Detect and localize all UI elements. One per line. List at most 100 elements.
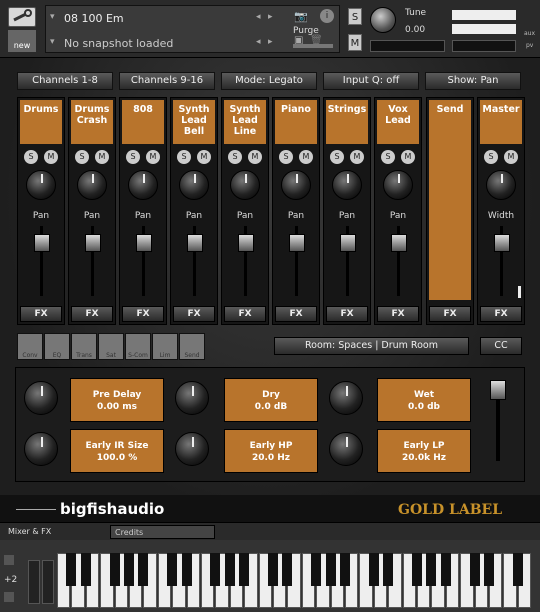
- wrench-icon[interactable]: [8, 7, 36, 27]
- channel-name[interactable]: Synth Lead Bell: [173, 100, 215, 144]
- black-key[interactable]: [239, 553, 250, 586]
- pan-knob[interactable]: [179, 170, 209, 200]
- fx-slot[interactable]: Conv: [17, 333, 43, 360]
- black-key[interactable]: [311, 553, 322, 586]
- black-key[interactable]: [267, 553, 279, 586]
- channel-fx-button[interactable]: FX: [173, 306, 215, 322]
- channel-fx-button[interactable]: FX: [71, 306, 113, 322]
- channel-mute-button[interactable]: M: [146, 150, 160, 164]
- channel-fader[interactable]: [185, 226, 205, 298]
- channel-fx-button[interactable]: FX: [122, 306, 164, 322]
- channel-mute-button[interactable]: M: [95, 150, 109, 164]
- fx-slot[interactable]: Trans: [71, 333, 97, 360]
- next-instrument-icon[interactable]: ▸: [268, 12, 273, 22]
- black-key[interactable]: [66, 553, 77, 586]
- snapshot-name[interactable]: No snapshot loaded: [64, 37, 173, 50]
- channel-fader[interactable]: [32, 226, 52, 298]
- black-key[interactable]: [224, 553, 235, 586]
- prev-instrument-icon[interactable]: ◂: [256, 12, 261, 22]
- pan-knob[interactable]: [128, 170, 158, 200]
- pan-knob[interactable]: [383, 170, 413, 200]
- channel-solo-button[interactable]: S: [177, 150, 191, 164]
- channel-name[interactable]: Piano: [275, 100, 317, 144]
- early-hp-knob[interactable]: [175, 432, 209, 466]
- black-key[interactable]: [411, 553, 423, 586]
- channel-solo-button[interactable]: S: [24, 150, 38, 164]
- black-key[interactable]: [167, 553, 178, 586]
- fx-slot[interactable]: EQ: [44, 333, 70, 360]
- early-ir-size-knob[interactable]: [24, 432, 58, 466]
- channel-solo-button[interactable]: S: [381, 150, 395, 164]
- black-key[interactable]: [80, 553, 91, 586]
- black-key[interactable]: [123, 553, 135, 586]
- black-key[interactable]: [210, 553, 221, 586]
- black-key[interactable]: [426, 553, 437, 586]
- tune-value[interactable]: 0.00: [405, 25, 425, 35]
- purge-button[interactable]: Purge: [293, 26, 319, 36]
- black-key[interactable]: [368, 553, 379, 586]
- channel-mute-button[interactable]: M: [44, 150, 58, 164]
- early-lp-param[interactable]: Early LP 20.0k Hz: [377, 429, 471, 473]
- prev-snapshot-icon[interactable]: ◂: [256, 37, 261, 47]
- channel-mute-button[interactable]: M: [248, 150, 262, 164]
- channel-mute-button[interactable]: M: [299, 150, 313, 164]
- mute-button[interactable]: M: [348, 34, 362, 51]
- pre-delay-knob[interactable]: [24, 381, 58, 415]
- channel-name[interactable]: Drums Crash: [71, 100, 113, 144]
- channel-fx-button[interactable]: FX: [224, 306, 266, 322]
- channel-fx-button[interactable]: FX: [20, 306, 62, 322]
- solo-button[interactable]: S: [348, 8, 362, 25]
- tab-channels-1-8[interactable]: Channels 1-8: [17, 72, 113, 90]
- width-knob[interactable]: [486, 170, 516, 200]
- mode-dropdown[interactable]: Mode: Legato: [221, 72, 317, 90]
- channel-fader[interactable]: [338, 226, 358, 298]
- channel-fader[interactable]: [287, 226, 307, 298]
- channel-fx-button[interactable]: FX: [275, 306, 317, 322]
- channel-fader[interactable]: [134, 226, 154, 298]
- fx-slot[interactable]: Sat: [98, 333, 124, 360]
- black-key[interactable]: [383, 553, 394, 586]
- send-fx-button[interactable]: FX: [429, 306, 471, 322]
- channel-name[interactable]: 808: [122, 100, 164, 144]
- black-key[interactable]: [325, 553, 336, 586]
- black-key[interactable]: [440, 553, 451, 586]
- black-key[interactable]: [512, 553, 523, 586]
- tune-knob[interactable]: [370, 7, 396, 33]
- pan-knob[interactable]: [281, 170, 311, 200]
- pan-knob[interactable]: [332, 170, 362, 200]
- channel-fader[interactable]: [389, 226, 409, 298]
- channel-solo-button[interactable]: S: [75, 150, 89, 164]
- fx-slot[interactable]: Lim: [152, 333, 178, 360]
- info-icon[interactable]: i: [320, 9, 334, 23]
- pan-knob[interactable]: [230, 170, 260, 200]
- channel-mute-button[interactable]: M: [401, 150, 415, 164]
- octave-down-icon[interactable]: [4, 592, 14, 602]
- channel-name[interactable]: Vox Lead: [377, 100, 419, 144]
- black-key[interactable]: [469, 553, 480, 586]
- tab-channels-9-16[interactable]: Channels 9-16: [119, 72, 215, 90]
- master-fx-button[interactable]: FX: [480, 306, 522, 322]
- black-key[interactable]: [483, 553, 495, 586]
- inputq-dropdown[interactable]: Input Q: off: [323, 72, 419, 90]
- dry-knob[interactable]: [175, 381, 209, 415]
- black-key[interactable]: [339, 553, 351, 586]
- channel-name[interactable]: Drums: [20, 100, 62, 144]
- instrument-name[interactable]: 08 100 Em: [64, 12, 124, 25]
- channel-solo-button[interactable]: S: [330, 150, 344, 164]
- channel-fader[interactable]: [83, 226, 103, 298]
- black-key[interactable]: [282, 553, 293, 586]
- tab-mixer-fx[interactable]: Mixer & FX: [4, 525, 104, 539]
- channel-solo-button[interactable]: S: [279, 150, 293, 164]
- volume-slider[interactable]: [452, 40, 516, 52]
- pan-knob[interactable]: [26, 170, 56, 200]
- channel-mute-button[interactable]: M: [197, 150, 211, 164]
- channel-fader[interactable]: [236, 226, 256, 298]
- room-dropdown[interactable]: Room: Spaces | Drum Room: [274, 337, 469, 355]
- mod-wheel[interactable]: [42, 560, 54, 604]
- pre-delay-param[interactable]: Pre Delay 0.00 ms: [70, 378, 164, 422]
- reverb-fader[interactable]: [490, 380, 506, 400]
- channel-fx-button[interactable]: FX: [326, 306, 368, 322]
- cc-button[interactable]: CC: [480, 337, 522, 355]
- send-block[interactable]: [429, 100, 471, 300]
- channel-solo-button[interactable]: S: [228, 150, 242, 164]
